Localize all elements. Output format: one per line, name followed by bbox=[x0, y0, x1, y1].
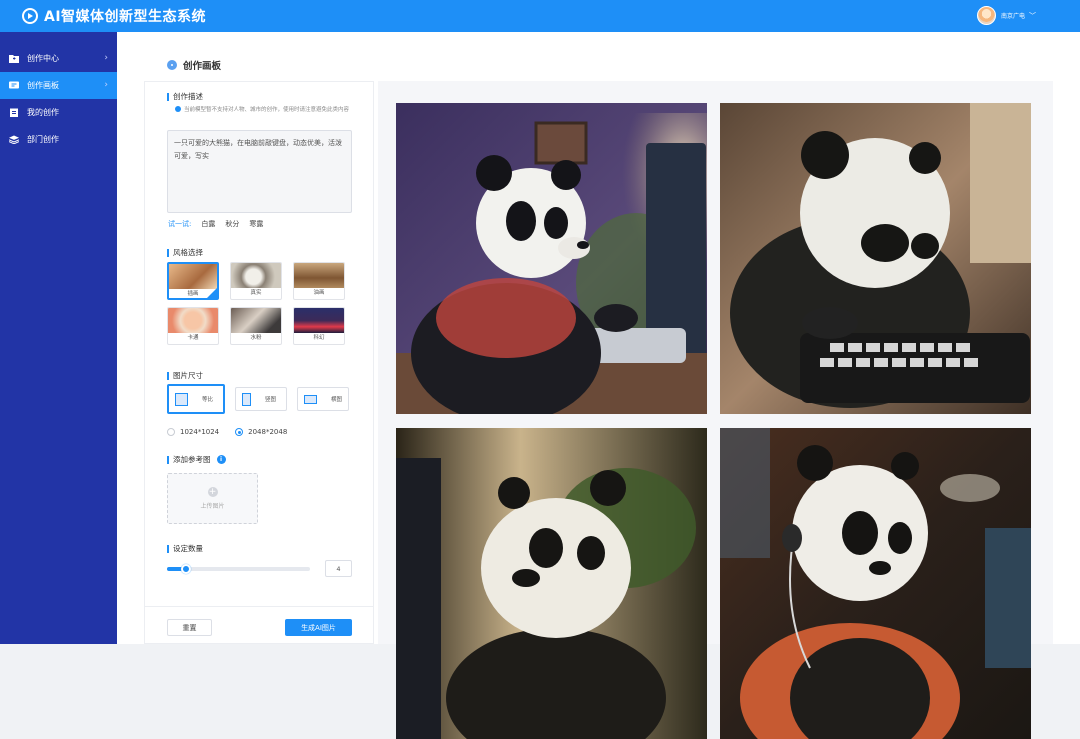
size-option-square[interactable]: 等比 bbox=[167, 384, 225, 414]
form-footer: 重置 生成AI图片 bbox=[145, 606, 373, 644]
chevron-right-icon: › bbox=[104, 80, 108, 90]
style-label: 水粉 bbox=[250, 335, 262, 341]
resolution-options: 1024*1024 2048*2048 bbox=[167, 428, 287, 436]
square-ratio-icon bbox=[175, 392, 188, 406]
try-item-bailu[interactable]: 白露 bbox=[201, 219, 215, 229]
generate-ai-image-button[interactable]: 生成AI图片 bbox=[285, 619, 352, 636]
style-option-gouache[interactable]: 水粉 bbox=[230, 307, 282, 345]
radio-label: 2048*2048 bbox=[248, 428, 288, 436]
chevron-down-icon[interactable]: ﹀ bbox=[1029, 11, 1036, 21]
resolution-2048[interactable]: 2048*2048 bbox=[235, 428, 287, 436]
play-logo-icon bbox=[22, 8, 38, 24]
style-thumbnail bbox=[231, 308, 281, 333]
style-thumbnail bbox=[168, 308, 218, 333]
size-option-landscape[interactable]: 横图 bbox=[297, 387, 349, 411]
try-suggestions: 试一试: 白露 秋分 寒露 bbox=[168, 219, 263, 229]
page-title-text: 创作画板 bbox=[183, 61, 222, 72]
app-logo[interactable]: AI智媒体创新型生态系统 bbox=[22, 6, 206, 26]
style-thumbnail bbox=[294, 308, 344, 333]
result-image-2[interactable] bbox=[720, 103, 1031, 414]
sidebar-item-label: 部门创作 bbox=[27, 135, 59, 144]
panda-image bbox=[720, 103, 1031, 414]
panda-image bbox=[396, 428, 707, 739]
panda-image bbox=[396, 103, 707, 414]
section-title-style: 风格选择 bbox=[167, 247, 203, 258]
avatar[interactable] bbox=[976, 6, 996, 25]
landscape-ratio-icon bbox=[304, 394, 317, 404]
style-label: 油画 bbox=[313, 290, 325, 296]
top-bar: AI智媒体创新型生态系统 南京广电 ﹀ bbox=[0, 0, 1080, 32]
style-label: 真实 bbox=[250, 290, 262, 296]
sidebar-item-department-creations[interactable]: 部门创作 bbox=[0, 126, 117, 153]
sidebar-item-creation-board[interactable]: 创作画板 › bbox=[0, 72, 117, 99]
section-title-text: 添加参考图 bbox=[173, 455, 211, 464]
folder-icon bbox=[9, 55, 19, 63]
section-title-count: 设定数量 bbox=[167, 543, 203, 554]
result-image-4[interactable] bbox=[720, 428, 1031, 739]
style-option-oil-painting[interactable]: 油画 bbox=[293, 262, 345, 300]
upload-image-area[interactable]: + 上传图片 bbox=[167, 473, 258, 524]
user-name: 南京广电 bbox=[1000, 13, 1025, 20]
style-label: 科幻 bbox=[313, 335, 325, 341]
upload-label: 上传图片 bbox=[200, 503, 225, 510]
app-title: AI智媒体创新型生态系统 bbox=[44, 9, 207, 25]
try-item-qiufen[interactable]: 秋分 bbox=[225, 219, 239, 229]
user-menu[interactable]: 南京广电 ﹀ bbox=[976, 6, 1036, 25]
style-label: 卡通 bbox=[187, 335, 199, 341]
section-title-description: 创作描述 bbox=[167, 91, 203, 102]
style-option-sci-fi[interactable]: 科幻 bbox=[293, 307, 345, 345]
result-image-1[interactable] bbox=[396, 103, 707, 414]
slider-handle[interactable] bbox=[180, 564, 191, 574]
style-option-illustration[interactable]: 插画 bbox=[167, 262, 219, 300]
results-area bbox=[378, 81, 1053, 739]
count-input[interactable]: 4 bbox=[325, 560, 352, 577]
page-title: 创作画板 bbox=[167, 58, 221, 72]
try-label: 试一试: bbox=[168, 220, 192, 228]
panda-image bbox=[720, 428, 1031, 739]
creation-form-panel: 创作描述 当前模型暂不支持对人物、城市的创作，使用时请注意避免此类内容 试一试:… bbox=[144, 81, 374, 644]
section-title-size: 图片尺寸 bbox=[167, 370, 203, 381]
portrait-ratio-icon bbox=[242, 392, 251, 406]
notice-message: 当前模型暂不支持对人物、城市的创作，使用时请注意避免此类内容 bbox=[184, 107, 350, 113]
radio-label: 1024*1024 bbox=[180, 428, 220, 436]
selected-check-icon bbox=[207, 288, 217, 298]
style-thumbnail bbox=[294, 263, 344, 288]
try-item-hanlu[interactable]: 寒露 bbox=[249, 219, 263, 229]
document-icon bbox=[10, 108, 18, 117]
radio-icon bbox=[167, 428, 175, 436]
plus-icon: + bbox=[207, 487, 218, 497]
size-options: 等比 竖图 横图 bbox=[167, 384, 349, 414]
main-content: 创作画板 创作描述 当前模型暂不支持对人物、城市的创作，使用时请注意避免此类内容… bbox=[117, 32, 1080, 739]
resolution-1024[interactable]: 1024*1024 bbox=[167, 428, 219, 436]
gear-icon bbox=[167, 60, 177, 70]
size-label: 等比 bbox=[202, 397, 214, 403]
sidebar-item-label: 创作中心 bbox=[27, 54, 59, 63]
board-icon bbox=[9, 81, 19, 89]
description-input[interactable] bbox=[167, 130, 352, 213]
sidebar-item-label: 创作画板 bbox=[27, 81, 59, 90]
size-label: 竖图 bbox=[265, 397, 277, 403]
stack-icon bbox=[9, 135, 19, 144]
sidebar-item-creation-center[interactable]: 创作中心 › bbox=[0, 45, 117, 72]
sidebar-item-my-creations[interactable]: 我的创作 bbox=[0, 99, 117, 126]
count-slider[interactable] bbox=[167, 564, 310, 574]
info-icon bbox=[175, 106, 181, 112]
reset-button[interactable]: 重置 bbox=[167, 619, 212, 636]
style-thumbnail bbox=[231, 263, 281, 288]
size-label: 横图 bbox=[331, 397, 343, 403]
notice-text: 当前模型暂不支持对人物、城市的创作，使用时请注意避免此类内容 bbox=[175, 106, 355, 115]
section-title-reference: 添加参考图 i bbox=[167, 454, 226, 465]
radio-selected-icon bbox=[235, 428, 244, 436]
chevron-right-icon: › bbox=[104, 53, 108, 63]
style-option-cartoon[interactable]: 卡通 bbox=[167, 307, 219, 345]
sidebar-item-label: 我的创作 bbox=[27, 108, 59, 117]
style-thumbnail bbox=[169, 264, 217, 289]
info-icon[interactable]: i bbox=[216, 455, 226, 464]
sidebar: 创作中心 › 创作画板 › 我的创作 部门创作 bbox=[0, 32, 117, 644]
style-options: 插画 真实 油画 卡通 水粉 科幻 bbox=[167, 262, 352, 345]
result-image-3[interactable] bbox=[396, 428, 707, 739]
size-option-portrait[interactable]: 竖图 bbox=[235, 387, 287, 411]
style-option-realistic[interactable]: 真实 bbox=[230, 262, 282, 300]
